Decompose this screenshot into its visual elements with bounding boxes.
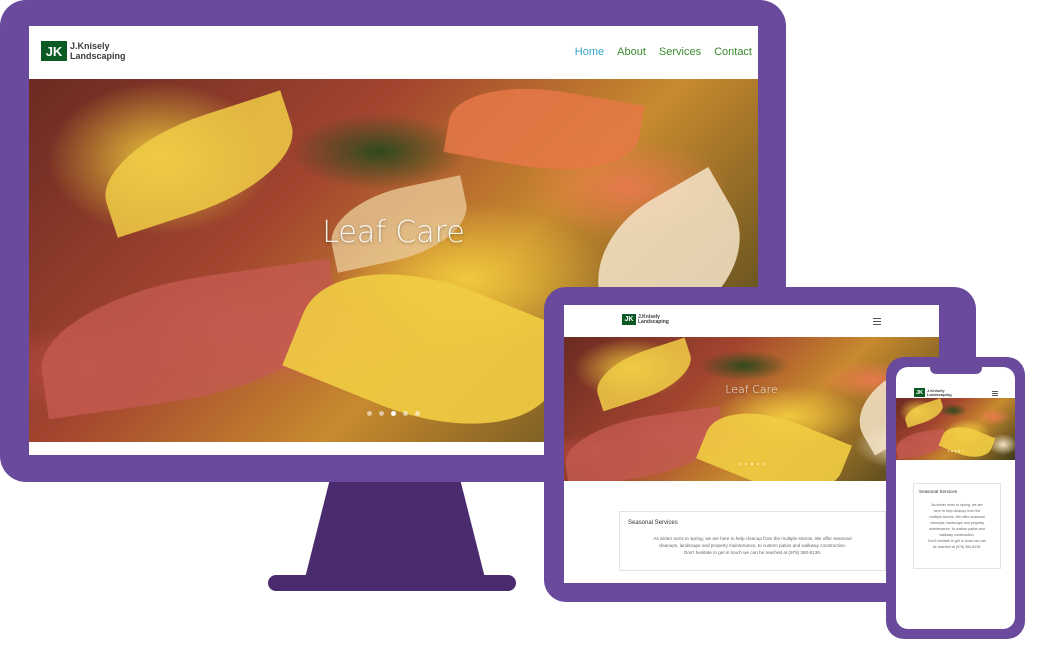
logo-mark: JK bbox=[41, 41, 67, 61]
slider-dot[interactable] bbox=[738, 463, 741, 465]
slider-dot[interactable] bbox=[961, 450, 964, 452]
slider-dot[interactable] bbox=[958, 450, 960, 452]
section-body-line: As winter turns to spring, we are here t… bbox=[653, 536, 852, 541]
seasonal-services-card: Seasonal Services As winter turns to spr… bbox=[913, 483, 1001, 569]
hamburger-icon[interactable] bbox=[992, 391, 998, 396]
seasonal-services-card: Seasonal Services As winter turns to spr… bbox=[619, 511, 886, 571]
slider-dot[interactable] bbox=[415, 411, 420, 416]
section-body-line: Don't hesitate to get in touch we can be… bbox=[683, 550, 822, 555]
logo-line2: Landscaping bbox=[638, 318, 669, 325]
section-body-line: be reached at (978) 360-8139. bbox=[932, 545, 982, 549]
logo-mark: JK bbox=[914, 388, 925, 397]
logo-line2: Landscaping bbox=[70, 50, 126, 61]
desktop-nav: Home About Services Contact bbox=[575, 46, 752, 58]
hamburger-icon[interactable] bbox=[873, 318, 881, 325]
leaf-shape bbox=[902, 398, 946, 428]
hero-title: Leaf Care bbox=[725, 383, 778, 396]
nav-contact[interactable]: Contact bbox=[714, 46, 752, 58]
slider-dot[interactable] bbox=[951, 450, 953, 452]
tablet-hero-slider[interactable]: Leaf Care bbox=[564, 337, 939, 481]
slider-dots bbox=[564, 463, 939, 465]
tablet-logo[interactable]: JK J.Knisely Landscaping bbox=[622, 314, 669, 325]
phone-header: JK J.Knisely Landscaping bbox=[896, 376, 1015, 398]
desktop-logo[interactable]: JK J.Knisely Landscaping bbox=[41, 41, 126, 61]
monitor-stand-base bbox=[268, 575, 516, 591]
section-title: Seasonal Services bbox=[628, 520, 678, 526]
leaf-shape bbox=[695, 393, 853, 481]
phone-logo[interactable]: JK J.Knisely Landscaping bbox=[914, 388, 952, 397]
slider-dot-active[interactable] bbox=[954, 450, 957, 452]
slider-dot[interactable] bbox=[762, 463, 765, 465]
nav-services[interactable]: Services bbox=[659, 46, 701, 58]
logo-line1: J.Knisely bbox=[70, 40, 110, 51]
leaf-shape bbox=[589, 337, 699, 412]
desktop-header: JK J.Knisely Landscaping Home About Serv… bbox=[29, 26, 758, 79]
slider-dot[interactable] bbox=[379, 411, 384, 416]
monitor-stand-neck bbox=[305, 478, 485, 578]
nav-home[interactable]: Home bbox=[575, 46, 604, 58]
slider-dots bbox=[896, 450, 1015, 452]
tablet-header: JK J.Knisely Landscaping bbox=[564, 305, 939, 337]
slider-dot[interactable] bbox=[756, 463, 759, 465]
slider-dot-active[interactable] bbox=[391, 411, 396, 416]
section-title: Seasonal Services bbox=[919, 489, 958, 494]
nav-about[interactable]: About bbox=[617, 46, 646, 58]
tablet-screen: JK J.Knisely Landscaping Leaf Care Seaso… bbox=[564, 305, 939, 583]
leaf-shape bbox=[938, 419, 996, 460]
logo-mark: JK bbox=[622, 314, 636, 325]
hero-title: Leaf Care bbox=[322, 215, 465, 250]
phone-notch bbox=[930, 367, 982, 374]
slider-dot[interactable] bbox=[367, 411, 372, 416]
slider-dot[interactable] bbox=[744, 463, 747, 465]
section-body-line: cleanups, landscape and property mainten… bbox=[658, 543, 847, 548]
phone-device: JK J.Knisely Landscaping Seasonal Servic… bbox=[886, 357, 1025, 639]
slider-dot-active[interactable] bbox=[750, 463, 753, 465]
slider-dot[interactable] bbox=[403, 411, 408, 416]
phone-screen: JK J.Knisely Landscaping Seasonal Servic… bbox=[896, 367, 1015, 629]
leaf-shape bbox=[443, 79, 645, 185]
slider-dot[interactable] bbox=[947, 450, 950, 452]
logo-line2: Landscaping bbox=[927, 391, 952, 397]
phone-hero-slider[interactable] bbox=[896, 398, 1015, 460]
